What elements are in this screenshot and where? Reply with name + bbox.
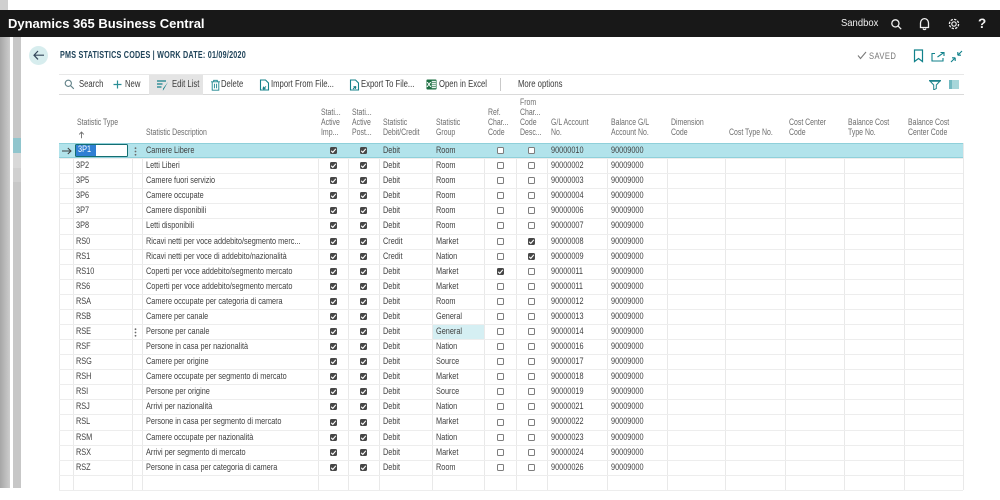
svg-text:X: X (426, 80, 431, 89)
